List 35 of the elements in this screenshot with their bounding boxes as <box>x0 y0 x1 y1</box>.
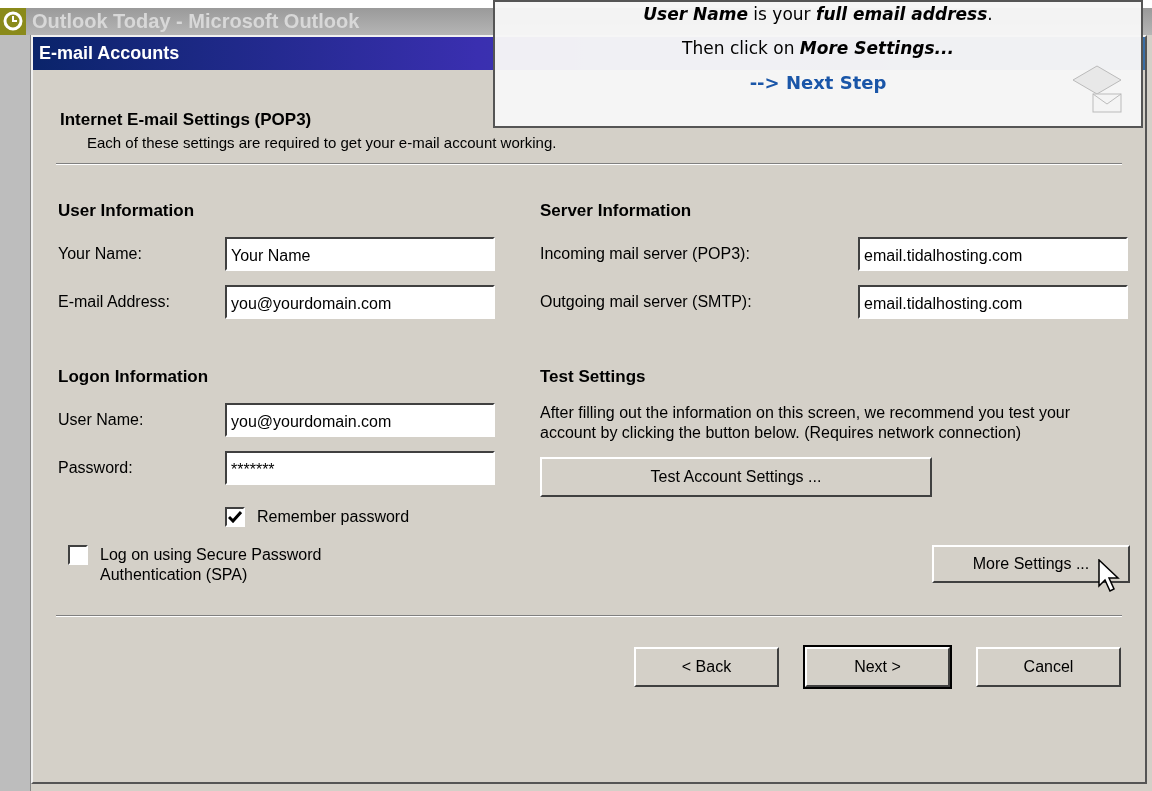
description-text: Each of these settings are required to get your e-mail account working. <box>86 134 558 151</box>
text-field[interactable]: Your Name <box>225 237 495 271</box>
text-field[interactable]: email.tidalhosting.com <box>858 285 1128 319</box>
next-step-link[interactable]: --> Next Step <box>749 72 887 93</box>
section-title: Server Information <box>540 201 693 221</box>
section-title: User Information <box>58 201 196 221</box>
section-title: Test Settings <box>540 367 647 387</box>
section-title: Logon Information <box>58 367 210 387</box>
checkbox-label: Log on using Secure Password Authentication (SPA) <box>100 545 323 585</box>
dialog-button[interactable]: Cancel <box>976 647 1121 687</box>
checkbox-label: Remember password <box>257 507 410 527</box>
checkbox[interactable] <box>225 507 245 527</box>
field-label: Outgoing mail server (SMTP): <box>540 293 753 311</box>
mouse-pointer-icon <box>1098 559 1120 593</box>
tip-text: User Name is your full email address. <box>643 4 993 24</box>
field-label: E-mail Address: <box>58 293 172 311</box>
dialog-title: E-mail Accounts <box>39 43 180 64</box>
field-label: Password: <box>58 459 134 477</box>
text-field[interactable]: ******* <box>225 451 495 485</box>
description-text: After filling out the information on this screen, we recommend you test your account by clicking the button below. (Requires network connection) <box>540 403 1072 443</box>
text-field[interactable]: email.tidalhosting.com <box>858 237 1128 271</box>
checkbox[interactable] <box>68 545 88 565</box>
tip-text: Then click on More Settings... <box>682 38 954 58</box>
field-label: User Name: <box>58 411 145 429</box>
section-heading: Internet E-mail Settings (POP3) <box>60 110 313 130</box>
text-field[interactable]: you@yourdomain.com <box>225 285 495 319</box>
field-label: Your Name: <box>58 245 143 263</box>
outlook-clock-icon <box>0 8 26 35</box>
dialog-button[interactable]: < Back <box>634 647 779 687</box>
more-settings-button[interactable]: More Settings ... <box>932 545 1130 583</box>
dialog-button[interactable]: Next > <box>805 647 950 687</box>
field-label: Incoming mail server (POP3): <box>540 245 751 263</box>
window-title: Outlook Today - Microsoft Outlook <box>32 10 360 33</box>
test-account-settings-button[interactable]: Test Account Settings ... <box>540 457 932 497</box>
text-field[interactable]: you@yourdomain.com <box>225 403 495 437</box>
